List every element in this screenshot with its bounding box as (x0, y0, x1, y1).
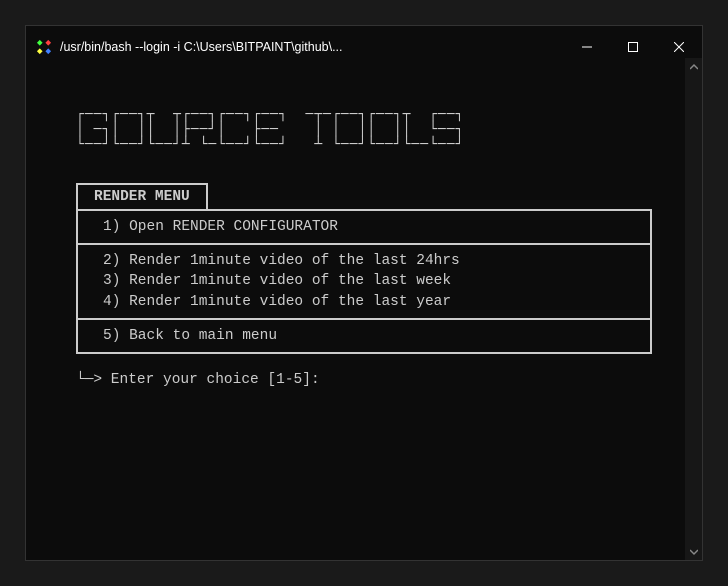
menu-content: 1) Open RENDER CONFIGURATOR 2) Render 1m… (76, 209, 652, 354)
menu-tab-label: RENDER MENU (76, 183, 208, 209)
maximize-button[interactable] (610, 32, 656, 62)
scrollbar[interactable] (685, 58, 702, 560)
window-controls (564, 32, 702, 62)
minimize-icon (582, 42, 592, 52)
terminal-content[interactable]: .ascii-title { display: none; } .ascii-t… (26, 68, 702, 560)
menu-item[interactable]: 1) Open RENDER CONFIGURATOR (103, 217, 625, 237)
menu-section-2: 2) Render 1minute video of the last 24hr… (78, 245, 650, 320)
menu-item[interactable]: 4) Render 1minute video of the last year (103, 292, 625, 312)
menu-item[interactable]: 3) Render 1minute video of the last week (103, 271, 625, 291)
menu-box: RENDER MENU 1) Open RENDER CONFIGURATOR … (76, 183, 652, 354)
prompt-text: └─> Enter your choice [1-5]: (76, 372, 320, 388)
terminal-window: /usr/bin/bash --login -i C:\Users\BITPAI… (25, 25, 703, 561)
close-icon (674, 42, 684, 52)
scroll-up-arrow[interactable] (685, 58, 702, 75)
menu-item[interactable]: 2) Render 1minute video of the last 24hr… (103, 251, 625, 271)
chevron-up-icon (690, 63, 698, 71)
minimize-button[interactable] (564, 32, 610, 62)
menu-section-3: 5) Back to main menu (78, 320, 650, 352)
chevron-down-icon (690, 548, 698, 556)
menu-item[interactable]: 5) Back to main menu (103, 326, 625, 346)
maximize-icon (628, 42, 638, 52)
app-title-ascii: ┌──┐┌──┐┬ ┬┌──┐┌──┐┌──┐ ─┬─┌──┐┌──┐┬ ┌──… (76, 108, 652, 153)
titlebar[interactable]: /usr/bin/bash --login -i C:\Users\BITPAI… (26, 26, 702, 68)
app-icon (36, 39, 52, 55)
prompt-line[interactable]: └─> Enter your choice [1-5]: (76, 372, 652, 388)
window-title: /usr/bin/bash --login -i C:\Users\BITPAI… (60, 40, 564, 54)
scroll-down-arrow[interactable] (685, 543, 702, 560)
menu-section-1: 1) Open RENDER CONFIGURATOR (78, 211, 650, 245)
